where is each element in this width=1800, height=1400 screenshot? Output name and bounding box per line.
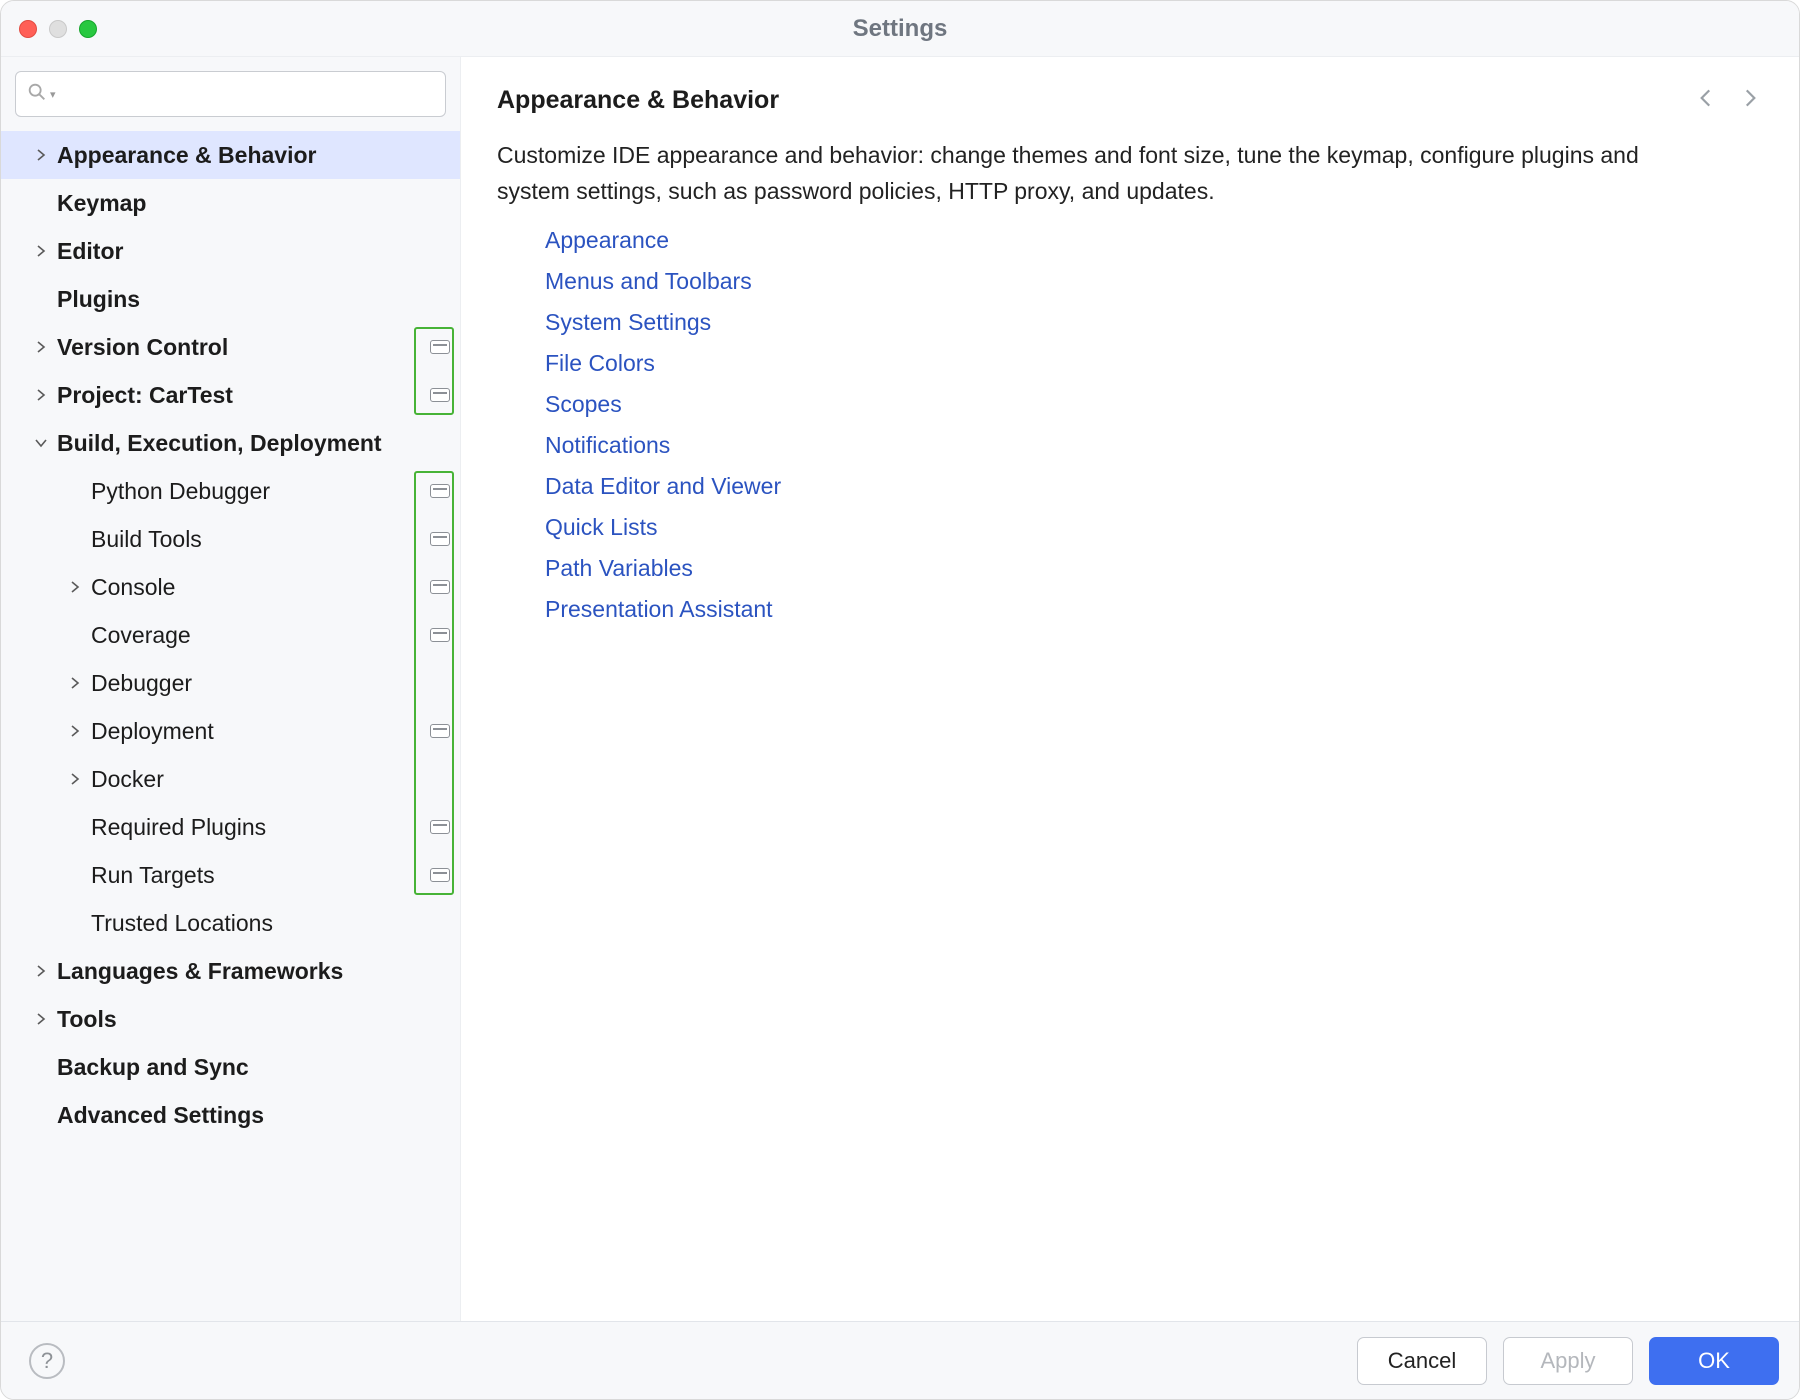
tree-item-label: Backup and Sync bbox=[57, 1054, 450, 1081]
tree-item[interactable]: Python Debugger bbox=[1, 467, 460, 515]
tree-item-label: Tools bbox=[57, 1006, 450, 1033]
nav-arrows bbox=[1693, 85, 1763, 116]
tree-item-label: Trusted Locations bbox=[91, 910, 450, 937]
project-scope-icon bbox=[430, 580, 450, 594]
tree-item[interactable]: Backup and Sync bbox=[1, 1043, 460, 1091]
footer: ? Cancel Apply OK bbox=[1, 1321, 1799, 1399]
chevron-right-icon bbox=[65, 773, 85, 785]
settings-tree[interactable]: Appearance & Behavior Keymap Editor Plugins… bbox=[1, 131, 460, 1321]
project-scope-icon bbox=[430, 484, 450, 498]
chevron-right-icon bbox=[31, 245, 51, 257]
help-button[interactable]: ? bbox=[29, 1343, 65, 1379]
chevron-right-icon bbox=[65, 581, 85, 593]
subpage-link[interactable]: System Settings bbox=[545, 309, 1763, 336]
subpage-link[interactable]: Appearance bbox=[545, 227, 1763, 254]
tree-item[interactable]: Run Targets bbox=[1, 851, 460, 899]
project-scope-icon bbox=[430, 724, 450, 738]
chevron-right-icon bbox=[31, 965, 51, 977]
tree-item-label: Build, Execution, Deployment bbox=[57, 430, 450, 457]
search-input[interactable]: ▾ bbox=[15, 71, 446, 117]
project-scope-icon bbox=[430, 340, 450, 354]
tree-item[interactable]: Required Plugins bbox=[1, 803, 460, 851]
subpage-link[interactable]: File Colors bbox=[545, 350, 1763, 377]
tree-item-label: Advanced Settings bbox=[57, 1102, 450, 1129]
tree-item-label: Required Plugins bbox=[91, 814, 422, 841]
tree-item-label: Deployment bbox=[91, 718, 422, 745]
subpage-link[interactable]: Quick Lists bbox=[545, 514, 1763, 541]
tree-item-label: Console bbox=[91, 574, 422, 601]
subpage-link[interactable]: Path Variables bbox=[545, 555, 1763, 582]
tree-item[interactable]: Version Control bbox=[1, 323, 460, 371]
tree-item[interactable]: Build, Execution, Deployment bbox=[1, 419, 460, 467]
tree-item-label: Keymap bbox=[57, 190, 450, 217]
page-title: Appearance & Behavior bbox=[497, 86, 1693, 115]
tree-item[interactable]: Console bbox=[1, 563, 460, 611]
search-icon bbox=[26, 81, 48, 108]
project-scope-icon bbox=[430, 868, 450, 882]
tree-item[interactable]: Plugins bbox=[1, 275, 460, 323]
chevron-right-icon bbox=[65, 725, 85, 737]
body: ▾ Appearance & Behavior Keymap Editor Plugi… bbox=[1, 57, 1799, 1321]
tree-item[interactable]: Editor bbox=[1, 227, 460, 275]
tree-item-label: Python Debugger bbox=[91, 478, 422, 505]
tree-item-label: Appearance & Behavior bbox=[57, 142, 450, 169]
chevron-right-icon bbox=[65, 677, 85, 689]
tree-item-label: Languages & Frameworks bbox=[57, 958, 450, 985]
main-pane: Appearance & Behavior Customize IDE appe… bbox=[461, 57, 1799, 1321]
window-title: Settings bbox=[1, 15, 1799, 43]
tree-item-label: Version Control bbox=[57, 334, 422, 361]
tree-item[interactable]: Languages & Frameworks bbox=[1, 947, 460, 995]
tree-item[interactable]: Docker bbox=[1, 755, 460, 803]
tree-item[interactable]: Project: CarTest bbox=[1, 371, 460, 419]
project-scope-icon bbox=[430, 388, 450, 402]
tree-item-label: Coverage bbox=[91, 622, 422, 649]
subpage-link[interactable]: Notifications bbox=[545, 432, 1763, 459]
chevron-right-icon bbox=[31, 149, 51, 161]
tree-item-label: Run Targets bbox=[91, 862, 422, 889]
tree-item[interactable]: Tools bbox=[1, 995, 460, 1043]
tree-item[interactable]: Appearance & Behavior bbox=[1, 131, 460, 179]
chevron-right-icon bbox=[31, 1013, 51, 1025]
tree-item[interactable]: Debugger bbox=[1, 659, 460, 707]
subpage-link[interactable]: Data Editor and Viewer bbox=[545, 473, 1763, 500]
chevron-right-icon bbox=[31, 389, 51, 401]
tree-item-label: Plugins bbox=[57, 286, 450, 313]
project-scope-icon bbox=[430, 532, 450, 546]
subpage-link[interactable]: Menus and Toolbars bbox=[545, 268, 1763, 295]
page-description: Customize IDE appearance and behavior: c… bbox=[461, 126, 1751, 227]
subpage-link[interactable]: Presentation Assistant bbox=[545, 596, 1763, 623]
subpage-links: Appearance Menus and Toolbars System Setti… bbox=[461, 227, 1799, 623]
chevron-down-icon bbox=[31, 437, 51, 449]
forward-button[interactable] bbox=[1737, 85, 1763, 116]
project-scope-icon bbox=[430, 820, 450, 834]
tree-item-label: Project: CarTest bbox=[57, 382, 422, 409]
tree-item[interactable]: Deployment bbox=[1, 707, 460, 755]
apply-button: Apply bbox=[1503, 1337, 1633, 1385]
search-history-caret-icon[interactable]: ▾ bbox=[50, 88, 56, 101]
ok-button[interactable]: OK bbox=[1649, 1337, 1779, 1385]
tree-item-label: Editor bbox=[57, 238, 450, 265]
subpage-link[interactable]: Scopes bbox=[545, 391, 1763, 418]
tree-item[interactable]: Keymap bbox=[1, 179, 460, 227]
back-button[interactable] bbox=[1693, 85, 1719, 116]
tree-item[interactable]: Coverage bbox=[1, 611, 460, 659]
titlebar: Settings bbox=[1, 1, 1799, 57]
tree-item[interactable]: Trusted Locations bbox=[1, 899, 460, 947]
project-scope-icon bbox=[430, 628, 450, 642]
sidebar: ▾ Appearance & Behavior Keymap Editor Plugi… bbox=[1, 57, 461, 1321]
tree-item[interactable]: Advanced Settings bbox=[1, 1091, 460, 1139]
tree-item[interactable]: Build Tools bbox=[1, 515, 460, 563]
chevron-right-icon bbox=[31, 341, 51, 353]
tree-item-label: Build Tools bbox=[91, 526, 422, 553]
tree-item-label: Debugger bbox=[91, 670, 450, 697]
tree-item-label: Docker bbox=[91, 766, 450, 793]
cancel-button[interactable]: Cancel bbox=[1357, 1337, 1487, 1385]
settings-window: Settings ▾ Appearance & Behavior Keymap Ed… bbox=[0, 0, 1800, 1400]
